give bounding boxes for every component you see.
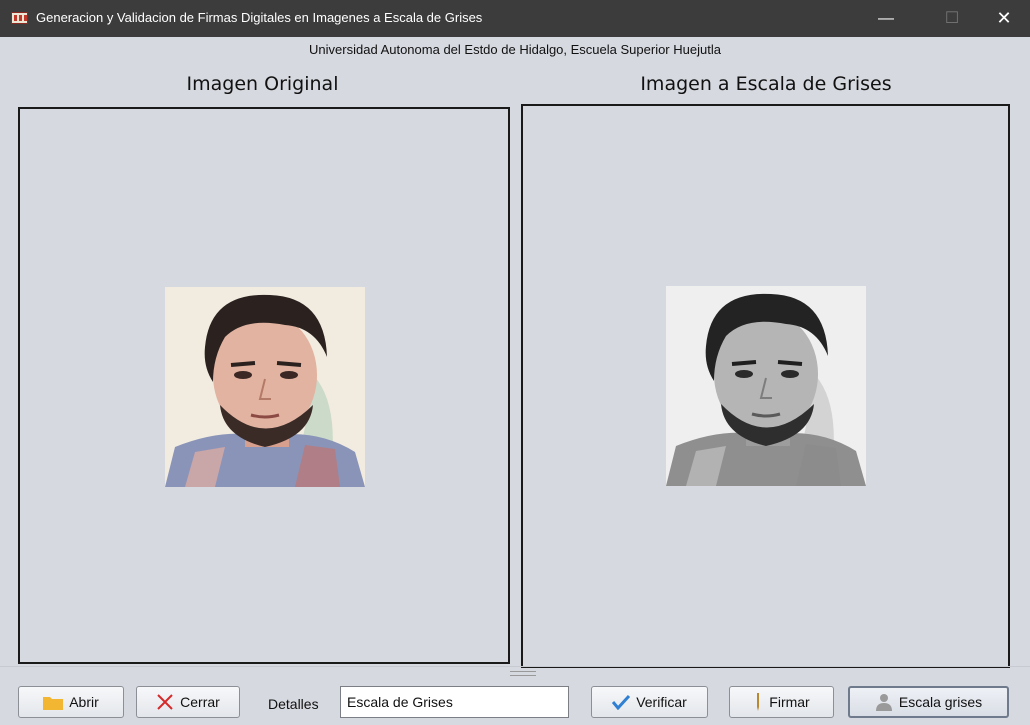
abrir-button[interactable]: Abrir <box>18 686 124 718</box>
verificar-button[interactable]: Verificar <box>591 686 708 718</box>
minimize-button[interactable]: — <box>863 0 909 37</box>
firmar-button[interactable]: Firmar <box>729 686 834 718</box>
user-icon <box>875 694 892 711</box>
pen-icon <box>757 693 760 711</box>
grayscale-image-heading: Imagen a Escala de Grises <box>640 73 892 95</box>
app-icon <box>11 12 28 24</box>
verificar-label: Verificar <box>636 694 687 710</box>
detalles-field[interactable] <box>340 686 569 718</box>
subtitle: Universidad Autonoma del Estdo de Hidalg… <box>309 42 721 57</box>
abrir-label: Abrir <box>69 694 99 710</box>
checkmark-icon <box>612 694 631 710</box>
window-title: Generacion y Validacion de Firmas Digita… <box>36 10 483 25</box>
title-bar: Generacion y Validacion de Firmas Digita… <box>0 0 1030 37</box>
original-image-heading: Imagen Original <box>186 73 339 95</box>
escala-label: Escala grises <box>898 694 983 710</box>
split-divider <box>0 666 1030 667</box>
maximize-button[interactable]: ☐ <box>929 0 975 37</box>
close-window-button[interactable]: ✕ <box>981 0 1027 37</box>
cerrar-label: Cerrar <box>180 694 220 710</box>
detalles-label: Detalles <box>268 696 319 712</box>
x-icon <box>157 694 173 710</box>
folder-icon <box>43 696 64 710</box>
grayscale-photo <box>666 286 866 486</box>
original-photo <box>165 287 365 487</box>
firmar-label: Firmar <box>769 694 810 710</box>
divider-grip[interactable] <box>510 671 536 676</box>
grayscale-image-panel <box>521 104 1010 668</box>
cerrar-button[interactable]: Cerrar <box>136 686 240 718</box>
escala-grises-button[interactable]: Escala grises <box>848 686 1009 718</box>
original-image-panel <box>18 107 510 664</box>
